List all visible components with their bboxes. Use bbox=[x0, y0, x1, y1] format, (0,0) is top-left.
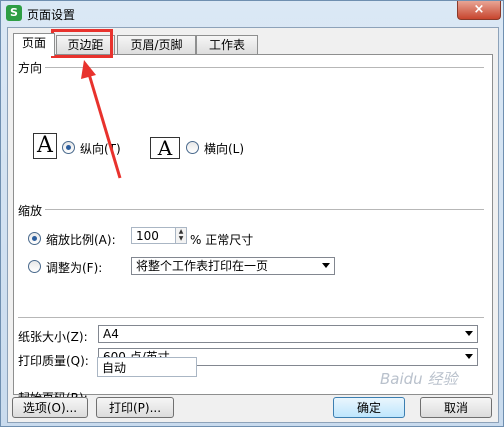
baidu-watermark: Baidu 经验 bbox=[380, 370, 458, 388]
tab-page[interactable]: 页面 bbox=[13, 33, 55, 56]
annotation-arrow-icon bbox=[81, 60, 122, 179]
